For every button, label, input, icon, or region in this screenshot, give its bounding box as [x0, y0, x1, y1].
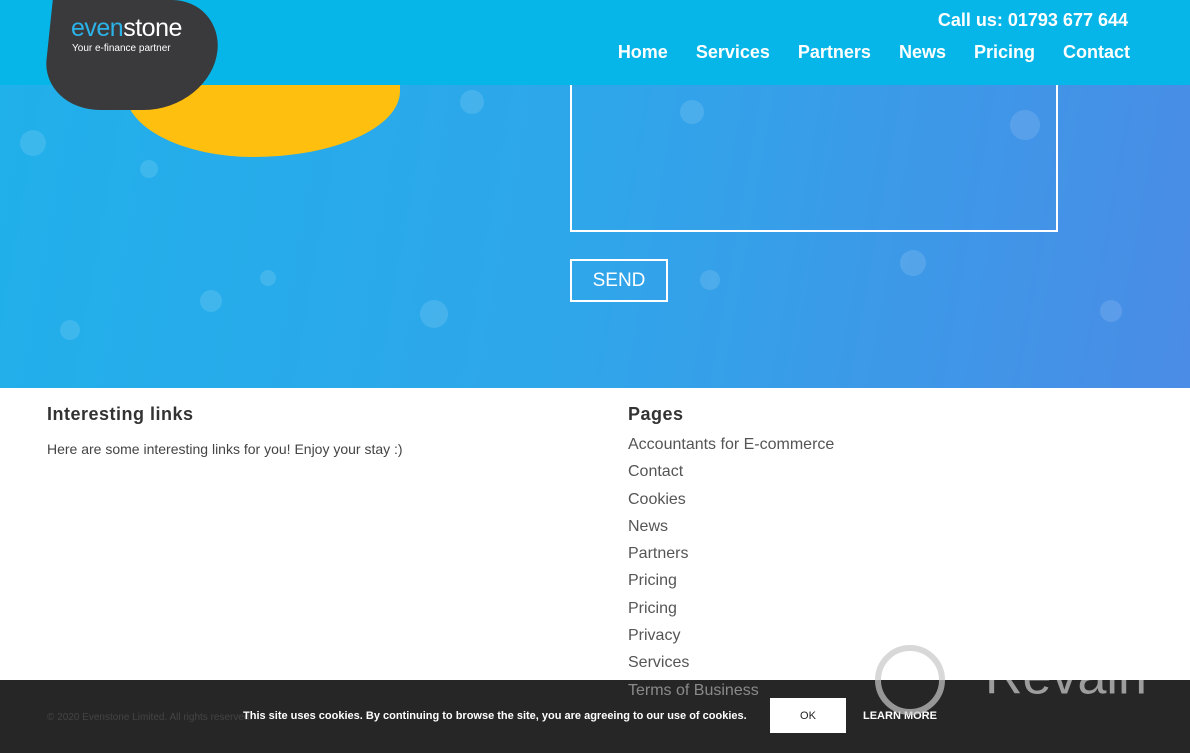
page-link[interactable]: Partners [628, 543, 834, 570]
message-textarea[interactable] [570, 80, 1058, 232]
cookie-text: This site uses cookies. By continuing to… [243, 710, 747, 722]
page-link[interactable]: Pricing [628, 598, 834, 625]
pages-list: Accountants for E-commerce Contact Cooki… [628, 434, 834, 707]
nav-home[interactable]: Home [618, 42, 668, 63]
logo-tagline: Your e-finance partner [72, 43, 171, 54]
copyright: © 2020 Evenstone Limited. All rights res… [47, 712, 253, 723]
revain-watermark: Revain [875, 645, 1147, 715]
page-link[interactable]: Accountants for E-commerce [628, 434, 834, 461]
logo-text[interactable]: evenstone [71, 14, 182, 43]
page-link[interactable]: Terms of Business [628, 680, 834, 707]
interesting-links-title: Interesting links [47, 404, 194, 424]
page-link[interactable]: Contact [628, 461, 834, 488]
nav-contact[interactable]: Contact [1063, 42, 1130, 63]
send-button[interactable]: SEND [570, 259, 668, 302]
page-link[interactable]: Pricing [628, 570, 834, 597]
main-nav: Home Services Partners News Pricing Cont… [618, 42, 1130, 63]
nav-pricing[interactable]: Pricing [974, 42, 1035, 63]
page-link[interactable]: News [628, 516, 834, 543]
pages-title: Pages [628, 404, 684, 424]
nav-services[interactable]: Services [696, 42, 770, 63]
page-link[interactable]: Services [628, 652, 834, 679]
revain-logo-icon [875, 645, 945, 715]
interesting-links-text: Here are some interesting links for you!… [47, 441, 403, 457]
phone-number[interactable]: Call us: 01793 677 644 [938, 10, 1128, 31]
page-link[interactable]: Privacy [628, 625, 834, 652]
nav-partners[interactable]: Partners [798, 42, 871, 63]
page-link[interactable]: Cookies [628, 489, 834, 516]
nav-news[interactable]: News [899, 42, 946, 63]
